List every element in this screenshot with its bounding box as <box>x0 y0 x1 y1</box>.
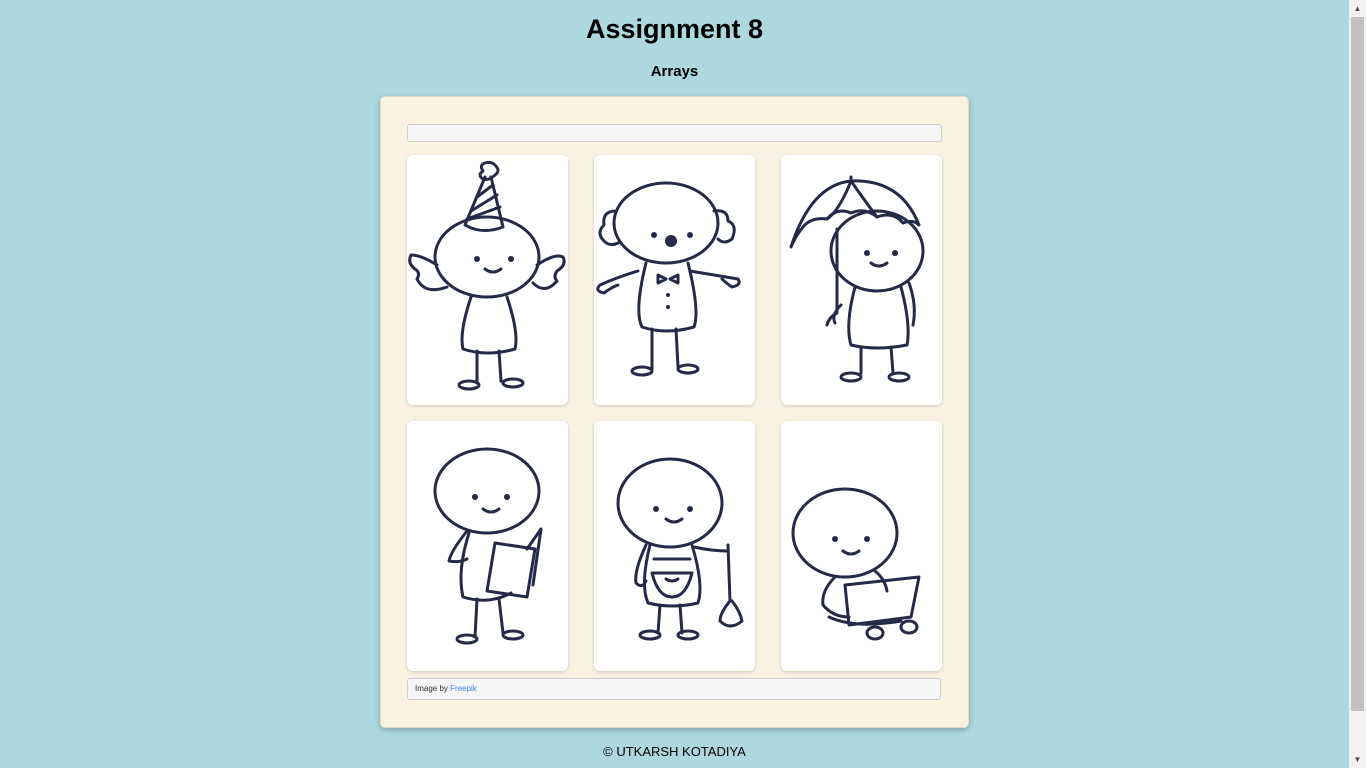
scroll-down-arrow-icon[interactable]: ▼ <box>1349 751 1366 768</box>
top-bar <box>407 124 942 142</box>
footer-copyright: © UTKARSH KOTADIYA <box>603 744 746 759</box>
image-tile-reading[interactable] <box>407 421 568 671</box>
image-tile-gardener[interactable] <box>594 421 755 671</box>
page-title: Assignment 8 <box>585 14 764 44</box>
image-tile-umbrella[interactable] <box>781 155 942 405</box>
scroll-thumb[interactable] <box>1351 17 1364 711</box>
page: Assignment 8 Arrays Image by Freepik © U… <box>0 0 1349 768</box>
image-tile-party-hat[interactable] <box>407 155 568 405</box>
credit-prefix: Image by <box>415 684 448 693</box>
party-hat-figure-icon <box>408 160 566 391</box>
page-subtitle: Arrays <box>650 63 699 80</box>
image-credit: Image by Freepik <box>407 678 941 700</box>
freepik-link[interactable]: Freepik <box>450 684 477 693</box>
image-tile-clown[interactable] <box>594 155 755 405</box>
clown-figure-icon <box>596 181 741 377</box>
gardener-figure-icon <box>616 457 744 641</box>
image-tile-laptop[interactable] <box>781 421 942 671</box>
gallery-card: Image by Freepik <box>380 96 969 728</box>
umbrella-figure-icon <box>789 175 925 383</box>
laptop-figure-icon <box>791 487 921 641</box>
scroll-up-arrow-icon[interactable]: ▲ <box>1349 0 1366 17</box>
reading-figure-icon <box>433 447 543 645</box>
vertical-scrollbar[interactable]: ▲ ▼ <box>1349 0 1366 768</box>
